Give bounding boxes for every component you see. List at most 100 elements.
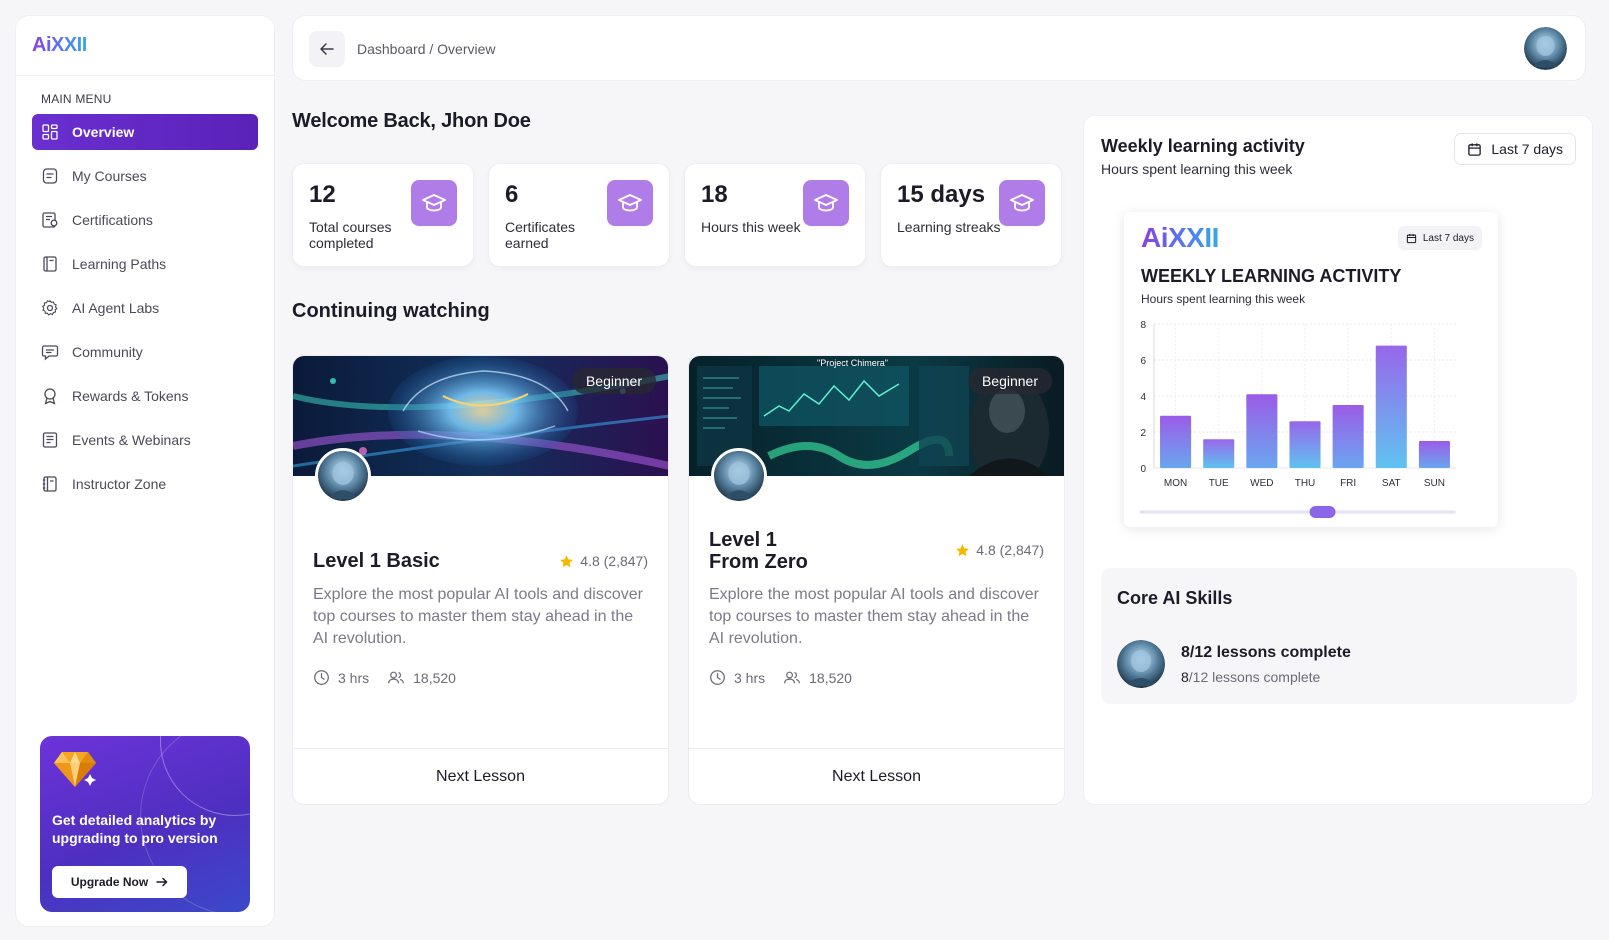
x-tick-label: THU [1295, 478, 1316, 489]
x-tick-label: SAT [1382, 478, 1401, 489]
course-description: Explore the most popular AI tools and di… [709, 586, 1039, 647]
skills-progress: 8/12 lessons complete [1181, 644, 1351, 661]
y-tick-label: 6 [1140, 356, 1146, 367]
sidebar-item-events-webinars[interactable]: Events & Webinars [32, 422, 258, 458]
arrow-left-icon [320, 43, 334, 55]
course-rating: 4.8 (2,847) [559, 553, 648, 569]
book-icon [41, 255, 59, 273]
y-tick-label: 0 [1140, 464, 1146, 475]
activity-title: Weekly learning activity [1101, 136, 1305, 156]
graduation-cap-icon [607, 180, 653, 226]
level-badge: Beginner [571, 368, 656, 394]
bar-mon [1160, 415, 1192, 468]
document-icon [41, 167, 59, 185]
top-bar: Dashboard / Overview [292, 15, 1586, 81]
bar-thu [1289, 421, 1321, 468]
calendar-list-icon [41, 431, 59, 449]
user-avatar[interactable] [1524, 27, 1567, 70]
next-lesson-button[interactable]: Next Lesson [689, 748, 1064, 804]
sidebar-item-rewards-tokens[interactable]: Rewards & Tokens [32, 378, 258, 414]
course-rating: 4.8 (2,847) [955, 542, 1044, 558]
course-title[interactable]: Level 1 From Zero [709, 529, 829, 573]
stat-label: Certificates earned [505, 219, 576, 251]
stat-label: Total courses completed [309, 219, 392, 251]
course-card[interactable]: Beginner Level 1 Basic 4.8 (2,847) Explo… [292, 355, 669, 805]
brand-logo[interactable]: AiXXII [16, 16, 274, 76]
continuing-watching-title: Continuing watching [292, 300, 490, 322]
diamond-icon [54, 752, 96, 787]
menu-title: MAIN MENU [41, 92, 112, 106]
grid-icon [41, 123, 59, 141]
sidebar-item-certifications[interactable]: Certifications [32, 202, 258, 238]
course-learners: 18,520 [809, 669, 852, 686]
skills-done-count: 8 [1181, 669, 1189, 685]
chart-range-label: Last 7 days [1422, 232, 1474, 244]
date-range-label: Last 7 days [1491, 141, 1563, 157]
course-description: Explore the most popular AI tools and di… [313, 586, 643, 647]
course-duration: 3 hrs [734, 669, 766, 686]
skill-avatar [1117, 640, 1165, 688]
upgrade-now-button[interactable]: Upgrade Now [52, 866, 187, 898]
sidebar-item-label: Instructor Zone [72, 476, 167, 492]
graduation-cap-icon [803, 180, 849, 226]
chart-range-selector[interactable]: Last 7 days [1397, 226, 1482, 250]
chart-card-logo: AiXXII [1141, 222, 1219, 253]
stat-value: 15 days [897, 181, 986, 208]
stat-value: 18 [701, 181, 728, 208]
bar-tue [1203, 439, 1235, 468]
sidebar-item-overview[interactable]: Overview [32, 114, 258, 150]
instructor-avatar [711, 448, 767, 504]
gear-icon [41, 299, 59, 317]
clock-icon [710, 670, 725, 685]
star-icon [956, 543, 970, 556]
breadcrumb: Dashboard / Overview [357, 41, 496, 57]
bar-wed [1246, 394, 1278, 468]
sidebar-item-label: Community [72, 344, 143, 360]
sidebar-item-label: Rewards & Tokens [72, 388, 189, 404]
bar-sun [1418, 441, 1450, 468]
weekly-chart-card: AiXXII Last 7 days WEEKLY LEARNING ACTIV… [1124, 212, 1498, 527]
sidebar-item-my-courses[interactable]: My Courses [32, 158, 258, 194]
weekly-activity-panel: Weekly learning activity Hours spent lea… [1083, 115, 1593, 805]
bar-fri [1332, 405, 1364, 468]
chart-scroll-thumb[interactable] [1309, 506, 1336, 518]
x-tick-label: FRI [1340, 478, 1356, 489]
sidebar-item-learning-paths[interactable]: Learning Paths [32, 246, 258, 282]
sidebar-item-ai-agent-labs[interactable]: AI Agent Labs [32, 290, 258, 326]
sidebar-item-label: Events & Webinars [72, 432, 191, 448]
course-meta: 3 hrs 18,520 [709, 669, 870, 686]
upgrade-promo-card: Get detailed analytics by upgrading to p… [40, 736, 250, 912]
back-button[interactable] [309, 31, 345, 67]
instructor-avatar [315, 448, 371, 504]
upgrade-label: Upgrade Now [70, 875, 149, 889]
sidebar-item-label: Learning Paths [72, 256, 167, 272]
sidebar-item-label: AI Agent Labs [72, 300, 160, 316]
sidebar-item-label: Overview [72, 124, 135, 140]
core-ai-skills-card[interactable]: Core AI Skills 8/12 lessons complete 8/1… [1101, 568, 1577, 704]
y-tick-label: 2 [1140, 428, 1146, 439]
stat-label: Hours this week [701, 219, 801, 235]
sidebar-item-instructor-zone[interactable]: Instructor Zone [32, 466, 258, 502]
skills-total-label: /12 lessons complete [1188, 669, 1321, 685]
course-meta: 3 hrs 18,520 [313, 669, 474, 686]
stat-label: Learning streaks [897, 219, 1001, 235]
stat-card: 6 Certificates earned [488, 163, 670, 267]
sidebar-item-community[interactable]: Community [32, 334, 258, 370]
rating-value: 4.8 (2,847) [976, 542, 1044, 558]
welcome-heading: Welcome Back, Jhon Doe [292, 110, 531, 132]
certificate-icon [41, 211, 59, 229]
course-card[interactable]: "Project Chimera" Beginner Level 1 From … [688, 355, 1065, 805]
x-tick-label: WED [1250, 478, 1273, 489]
chat-icon [41, 343, 59, 361]
date-range-selector[interactable]: Last 7 days [1454, 133, 1576, 165]
next-lesson-button[interactable]: Next Lesson [293, 748, 668, 804]
course-learners: 18,520 [413, 669, 456, 686]
clock-icon [314, 670, 329, 685]
calendar-icon [1406, 233, 1416, 243]
course-title[interactable]: Level 1 Basic [313, 550, 513, 572]
medal-icon [41, 387, 59, 405]
stat-card: 12 Total courses completed [292, 163, 474, 267]
course-duration: 3 hrs [338, 669, 370, 686]
stat-card: 15 days Learning streaks [880, 163, 1062, 267]
weekly-bar-chart: 0 2 4 6 8 MON TUE WED THU FRI SAT SUN [1139, 320, 1456, 518]
